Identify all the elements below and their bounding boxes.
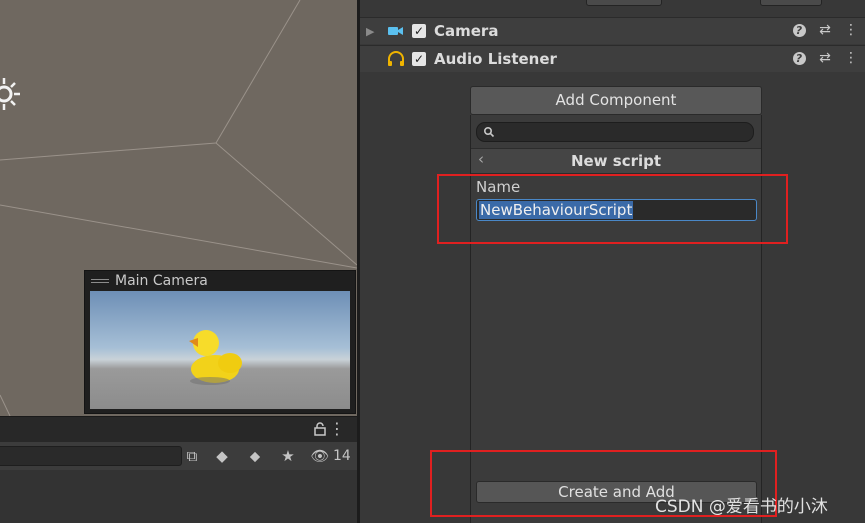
project-toolbar: ⧉ ◆ ⬥ ★ 👁 14 [0,442,357,470]
more-menu-icon[interactable]: ⋮ [329,421,345,437]
scene-view[interactable]: Main Camera [0,0,357,416]
headphones-icon [386,50,406,68]
more-menu-icon[interactable]: ⋮ [843,22,859,38]
presets-icon[interactable]: ⇄ [817,22,833,38]
component-enabled-checkbox[interactable]: ✓ [412,52,426,66]
project-tab-bar: ⋮ [0,416,357,443]
lock-icon[interactable] [313,422,327,436]
watermark-text: CSDN @爱看书的小沐 [655,497,828,517]
component-name: Audio Listener [434,50,557,68]
project-content[interactable] [0,470,357,523]
drag-handle-icon[interactable] [91,277,109,285]
component-row-audio-listener[interactable]: ✓ Audio Listener ? ⇄ ⋮ [360,45,865,72]
more-menu-icon[interactable]: ⋮ [843,50,859,66]
help-icon[interactable]: ? [791,50,807,66]
asset-type-icon[interactable]: ◆ [212,446,232,466]
help-icon[interactable]: ? [791,22,807,38]
camera-preview-title: Main Camera [115,273,208,289]
duck-image [189,330,242,385]
popup-title: New script [570,152,662,170]
popup-header: ‹ New script [471,148,761,174]
component-search-input[interactable] [476,122,754,142]
component-name: Camera [434,22,499,40]
add-component-button[interactable]: Add Component [470,86,762,115]
annotation-box-name [437,174,788,244]
star-icon[interactable]: ★ [278,446,298,466]
component-enabled-checkbox[interactable]: ✓ [412,24,426,38]
search-icon [483,126,495,138]
search-scope-icon[interactable]: ⧉ [182,446,202,466]
presets-icon[interactable]: ⇄ [817,50,833,66]
inspector-panel: ▶ ✓ Camera ? ⇄ ⋮ ✓ Audio Listener ? ⇄ ⋮ … [360,0,865,523]
camera-preview-render [90,291,350,409]
camera-preview-window: Main Camera [84,270,356,414]
video-camera-icon [386,22,406,40]
fold-arrow-icon[interactable]: ▶ [366,25,380,38]
component-row-camera[interactable]: ▶ ✓ Camera ? ⇄ ⋮ [360,17,865,44]
directional-light-icon[interactable] [0,76,22,112]
top-button[interactable] [586,0,662,6]
hidden-count: 14 [333,448,351,464]
project-panel: ⋮ ⧉ ◆ ⬥ ★ 👁 14 [0,416,357,523]
top-button[interactable] [760,0,822,6]
project-search-input[interactable] [0,446,182,466]
eye-hidden-icon[interactable]: 👁 [310,446,330,466]
inspector-top-strip [360,0,865,16]
label-icon[interactable]: ⬥ [245,446,265,466]
